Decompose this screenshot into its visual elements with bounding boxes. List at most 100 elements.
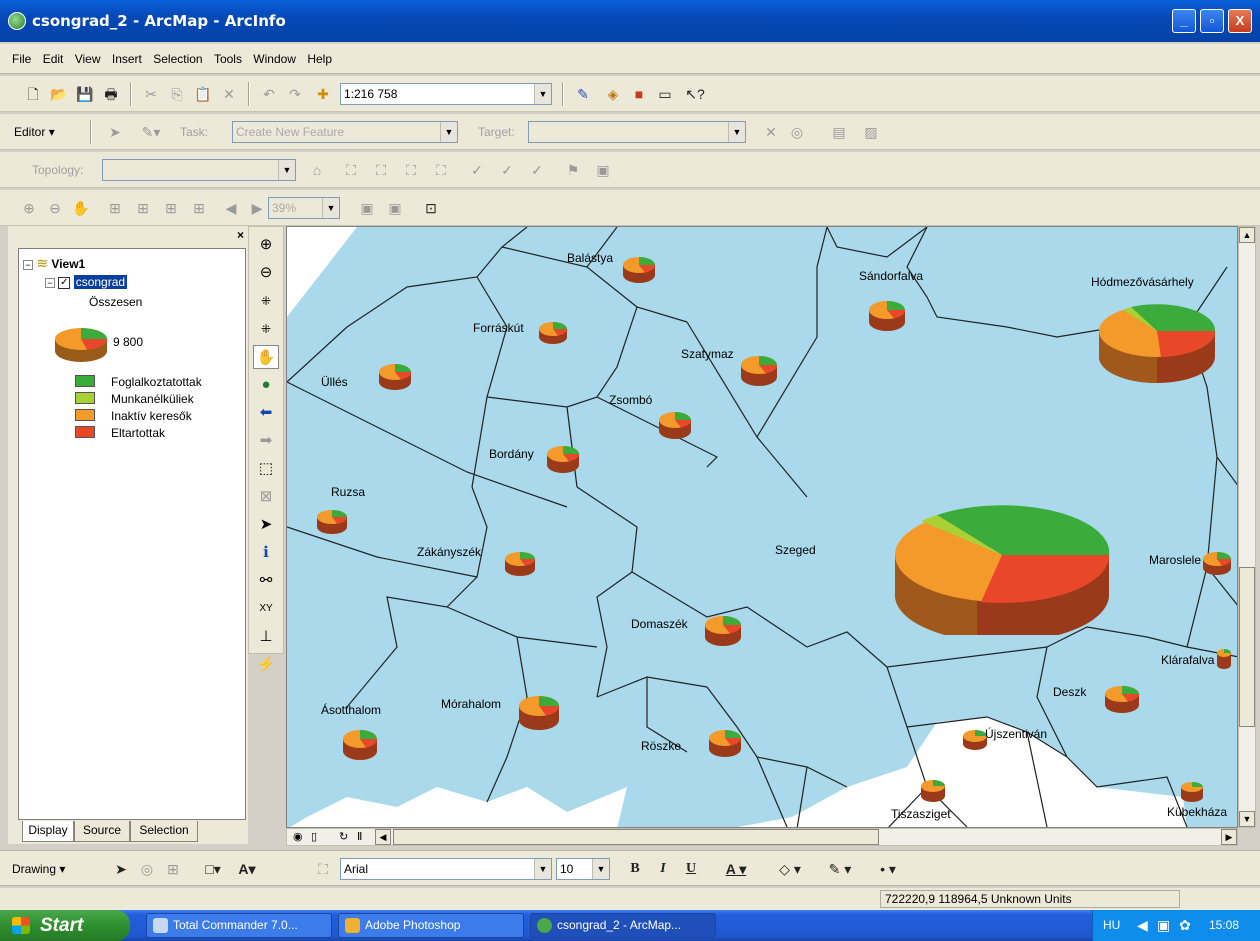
delete-icon[interactable]: ✕ bbox=[218, 83, 240, 105]
attributes-icon[interactable]: ▤ bbox=[828, 121, 850, 143]
tab-source[interactable]: Source bbox=[74, 821, 130, 842]
select-features-icon[interactable]: ⬚ bbox=[253, 457, 279, 481]
menu-insert[interactable]: Insert bbox=[108, 44, 146, 74]
task-combo[interactable]: Create New Feature ▼ bbox=[232, 121, 458, 143]
close-icon[interactable]: × bbox=[237, 228, 244, 242]
paste-icon[interactable]: 📋 bbox=[192, 83, 214, 105]
collapse-icon[interactable]: − bbox=[45, 277, 55, 288]
back-arrow-icon[interactable]: ⬅ bbox=[253, 401, 279, 425]
chevron-down-icon[interactable]: ▼ bbox=[440, 122, 457, 142]
cut-icon[interactable]: ✂ bbox=[140, 83, 162, 105]
edit-vertices-icon[interactable]: ⛶ bbox=[312, 858, 334, 880]
topology-edit-tool-icon[interactable]: ⛶ bbox=[340, 159, 362, 181]
undo-icon[interactable]: ↶ bbox=[258, 83, 280, 105]
split-tool-icon[interactable]: ✕ bbox=[760, 121, 782, 143]
editor-toolbar-icon[interactable]: ✎ bbox=[572, 83, 594, 105]
refresh-icon[interactable]: ↻ bbox=[339, 830, 348, 843]
scroll-up-icon[interactable]: ▲ bbox=[1239, 227, 1255, 243]
map-view[interactable]: Balástya Sándorfalva Hódmezővásárhely Fo… bbox=[286, 226, 1238, 828]
scroll-thumb[interactable] bbox=[393, 829, 879, 845]
fixed-zoom-in-icon[interactable]: ⊞ bbox=[160, 197, 182, 219]
fix-topology-error-icon[interactable]: ⚑ bbox=[562, 159, 584, 181]
font-size-combo[interactable]: 10 ▼ bbox=[556, 858, 610, 880]
data-view-icon[interactable]: ◉ bbox=[293, 830, 303, 843]
rectangle-icon[interactable]: □▾ bbox=[202, 858, 224, 880]
menu-edit[interactable]: Edit bbox=[39, 44, 68, 74]
collapse-icon[interactable]: − bbox=[23, 259, 33, 270]
fixed-zoom-out-icon[interactable]: ⊞ bbox=[188, 197, 210, 219]
marker-color-icon[interactable]: • ▾ bbox=[868, 858, 908, 880]
sketch-tool-icon[interactable]: ✎▾ bbox=[140, 121, 162, 143]
rotate-icon[interactable]: ◎ bbox=[136, 858, 158, 880]
select-elements-icon[interactable]: ➤ bbox=[253, 513, 279, 537]
chevron-down-icon[interactable]: ▼ bbox=[534, 84, 551, 104]
underline-button[interactable]: U bbox=[680, 858, 702, 880]
horizontal-scrollbar[interactable]: ◉ ▯ ↻ Ⅱ ◀ ▶ bbox=[286, 828, 1238, 846]
identify-icon[interactable]: ℹ bbox=[253, 541, 279, 565]
forward-arrow-icon[interactable]: ➡ bbox=[253, 429, 279, 453]
topology-combo[interactable]: ▼ bbox=[102, 159, 296, 181]
scroll-thumb[interactable] bbox=[1239, 567, 1255, 727]
taskbar-item-total-commander[interactable]: Total Commander 7.0... bbox=[146, 913, 332, 938]
italic-button[interactable]: I bbox=[652, 858, 674, 880]
zoom-in-icon[interactable]: ⊕ bbox=[253, 233, 279, 257]
command-line-icon[interactable]: ▭ bbox=[654, 83, 676, 105]
measure-icon[interactable]: ⊥ bbox=[253, 625, 279, 649]
text-icon[interactable]: A▾ bbox=[236, 858, 258, 880]
validate-topology-icon[interactable]: ✓ bbox=[466, 159, 488, 181]
line-color-icon[interactable]: ✎ ▾ bbox=[820, 858, 860, 880]
fill-color-icon[interactable]: ◇ ▾ bbox=[770, 858, 810, 880]
copy-icon[interactable]: ⎘ bbox=[166, 83, 188, 105]
font-color-icon[interactable]: A ▾ bbox=[716, 858, 756, 880]
bold-button[interactable]: B bbox=[624, 858, 646, 880]
layout-view-icon[interactable]: ▯ bbox=[311, 830, 317, 843]
chevron-down-icon[interactable]: ▼ bbox=[728, 122, 745, 142]
go-back-extent-icon[interactable]: ◀ bbox=[220, 197, 242, 219]
focus-data-frame-icon[interactable]: ▣ bbox=[384, 197, 406, 219]
arctoolbox-icon[interactable]: ■ bbox=[628, 83, 650, 105]
construct-features-icon[interactable]: ⛶ bbox=[400, 159, 422, 181]
minimize-button[interactable]: _ bbox=[1172, 9, 1196, 33]
sketch-properties-icon[interactable]: ▨ bbox=[860, 121, 882, 143]
scroll-right-icon[interactable]: ▶ bbox=[1221, 829, 1237, 845]
layer-name[interactable]: csongrad bbox=[73, 275, 128, 289]
maximize-button[interactable]: ▫ bbox=[1200, 9, 1224, 33]
find-icon[interactable]: ⚯ bbox=[253, 569, 279, 593]
data-frame-row[interactable]: − ≋ View1 bbox=[23, 255, 85, 272]
print-icon[interactable]: 🖶 bbox=[100, 83, 122, 105]
whats-this-help-icon[interactable]: ↖? bbox=[684, 83, 706, 105]
language-indicator[interactable]: HU bbox=[1103, 910, 1120, 941]
edit-tool-icon[interactable]: ➤ bbox=[104, 121, 126, 143]
fixed-zoom-out-icon[interactable]: ⁜ bbox=[253, 317, 279, 341]
menu-file[interactable]: File bbox=[8, 44, 35, 74]
new-document-icon[interactable]: 🗋 bbox=[22, 83, 44, 105]
target-combo[interactable]: ▼ bbox=[528, 121, 746, 143]
zoom-100-icon[interactable]: ⊞ bbox=[132, 197, 154, 219]
planarize-lines-icon[interactable]: ⛶ bbox=[430, 159, 452, 181]
add-data-icon[interactable]: ✚ bbox=[312, 83, 334, 105]
taskbar-item-photoshop[interactable]: Adobe Photoshop bbox=[338, 913, 524, 938]
zoom-out-icon[interactable]: ⊖ bbox=[253, 261, 279, 285]
layer-row[interactable]: − ✓ csongrad bbox=[45, 275, 128, 289]
error-inspector-icon[interactable]: ▣ bbox=[592, 159, 614, 181]
layer-visibility-checkbox[interactable]: ✓ bbox=[58, 276, 71, 289]
menu-view[interactable]: View bbox=[71, 44, 105, 74]
fixed-zoom-in-icon[interactable]: ⁜ bbox=[253, 289, 279, 313]
layout-pan-icon[interactable]: ✋ bbox=[70, 197, 92, 219]
pause-drawing-icon[interactable]: Ⅱ bbox=[357, 830, 362, 843]
hyperlink-icon[interactable]: ⚡ bbox=[253, 653, 279, 677]
tab-display[interactable]: Display bbox=[22, 821, 74, 842]
chevron-down-icon[interactable]: ▼ bbox=[592, 859, 609, 879]
layout-zoom-in-icon[interactable]: ⊕ bbox=[18, 197, 40, 219]
menu-tools[interactable]: Tools bbox=[210, 44, 246, 74]
map-scale-combo[interactable]: 1:216 758 ▼ bbox=[340, 83, 552, 105]
layout-zoom-out-icon[interactable]: ⊖ bbox=[44, 197, 66, 219]
drawing-menu[interactable]: Drawing ▾ bbox=[12, 858, 65, 880]
validate-selection-icon[interactable]: ✓ bbox=[526, 159, 548, 181]
show-shared-features-icon[interactable]: ⛶ bbox=[370, 159, 392, 181]
open-folder-icon[interactable]: 📂 bbox=[48, 83, 70, 105]
zoom-whole-page-icon[interactable]: ⊞ bbox=[104, 197, 126, 219]
rotate-tool-icon[interactable]: ◎ bbox=[786, 121, 808, 143]
scroll-left-icon[interactable]: ◀ bbox=[375, 829, 391, 845]
vertical-scrollbar[interactable]: ▲ ▼ bbox=[1238, 226, 1256, 828]
